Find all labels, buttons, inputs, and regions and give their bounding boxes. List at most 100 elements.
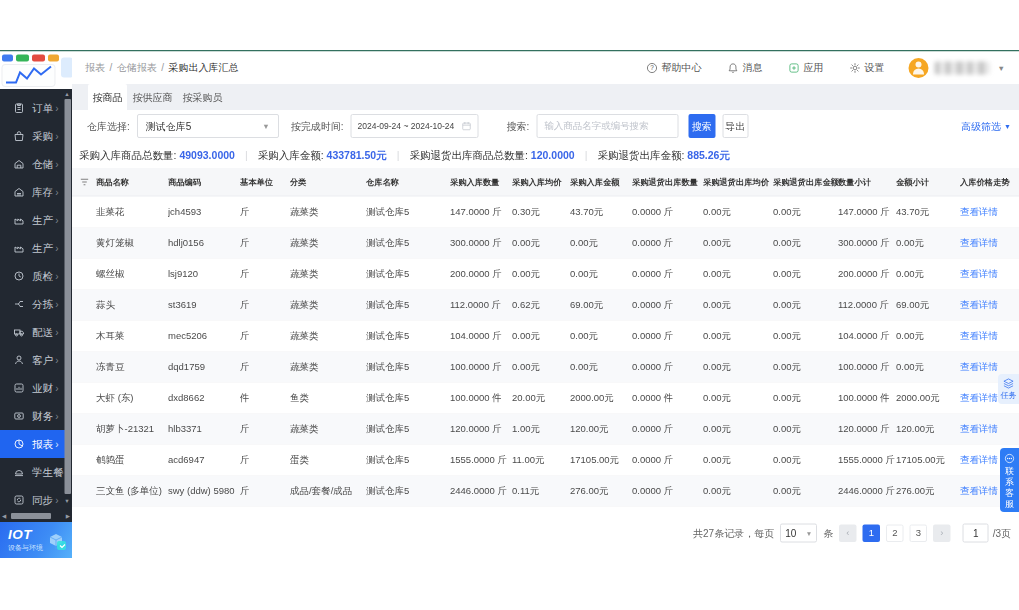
cell: hlb3371 [168, 413, 240, 444]
tab-按商品[interactable]: 按商品 [88, 84, 127, 110]
cell: 11.00元 [512, 444, 570, 475]
column-header[interactable]: 基本单位 [240, 168, 290, 196]
view-details-link[interactable]: 查看详情 [960, 268, 998, 279]
customer-service-float-button[interactable]: 联系客服 [1000, 448, 1019, 512]
sidebar-item-报表[interactable]: 报表› [0, 430, 65, 458]
cell: 0.0000 斤 [632, 227, 703, 258]
sidebar-item-label: 报表 [32, 437, 53, 451]
date-range-input[interactable]: 2024-09-24 ~ 2024-10-24 [351, 114, 479, 138]
chevron-right-icon: › [55, 242, 58, 254]
settings-button[interactable]: 设置 [850, 61, 885, 75]
view-details-link[interactable]: 查看详情 [960, 206, 998, 217]
cell: 测试仓库5 [366, 320, 450, 351]
header-actions: ? 帮助中心 消息 应用 设置 ▼ [621, 58, 1005, 78]
sidebar-item-生产[interactable]: 生产› [0, 234, 65, 262]
user-menu[interactable]: ▼ [909, 58, 1005, 78]
breadcrumb-reports[interactable]: 报表 [85, 61, 105, 75]
page-button-2[interactable]: 2 [886, 524, 904, 542]
column-header[interactable]: 采购退货出库均价 [703, 168, 773, 196]
sidebar-item-采购[interactable]: 采购› [0, 122, 65, 150]
sidebar-hscroll-thumb[interactable] [11, 513, 51, 519]
sidebar-item-分拣[interactable]: 分拣› [0, 290, 65, 318]
summary-value: 49093.0000 [179, 149, 234, 161]
sidebar-scroll-right-icon[interactable]: ▶ [66, 512, 70, 520]
app-logo [0, 52, 72, 90]
sidebar-item-财务[interactable]: 财务› [0, 402, 65, 430]
column-header[interactable]: 分类 [290, 168, 366, 196]
sidebar-item-label: 配送 [32, 325, 53, 339]
tab-按供应商[interactable]: 按供应商 [128, 84, 177, 110]
column-header[interactable]: 商品编码 [168, 168, 240, 196]
sidebar-item-业财[interactable]: 业财› [0, 374, 65, 402]
apps-button[interactable]: 应用 [789, 61, 824, 75]
export-button[interactable]: 导出 [722, 114, 748, 138]
cell: 0.00元 [773, 258, 838, 289]
column-header[interactable]: 采购退货出库金额 [773, 168, 838, 196]
main-content: 按商品按供应商按采购员 仓库选择: 测试仓库5 ▼ 按完成时间: 2024-09… [72, 84, 1019, 545]
sidebar-item-配送[interactable]: 配送› [0, 318, 65, 346]
help-center-button[interactable]: ? 帮助中心 [647, 61, 702, 75]
column-header[interactable]: 采购退货出库数量 [632, 168, 703, 196]
sidebar-item-订单[interactable]: 订单› [0, 94, 65, 122]
page-button-1[interactable]: 1 [863, 524, 881, 542]
cell: 1.00元 [512, 413, 570, 444]
cell: 0.00元 [773, 320, 838, 351]
view-details-link[interactable]: 查看详情 [960, 423, 998, 434]
chevron-down-icon: ▼ [262, 122, 269, 131]
prev-page-button[interactable]: ‹ [839, 524, 857, 542]
cell: 0.00元 [570, 227, 632, 258]
sidebar-item-学生餐[interactable]: 学生餐 [0, 458, 65, 486]
page-button-3[interactable]: 3 [910, 524, 928, 542]
cell: 0.00元 [703, 382, 773, 413]
column-header[interactable]: 入库价格走势 [960, 168, 1019, 196]
column-header[interactable]: 采购入库金额 [570, 168, 632, 196]
column-header[interactable]: 采购入库数量 [450, 168, 512, 196]
view-details-link[interactable]: 查看详情 [960, 392, 998, 403]
tasks-float-button[interactable]: 任务 [998, 374, 1019, 404]
sidebar-item-库存[interactable]: 库存› [0, 178, 65, 206]
column-settings-header[interactable] [72, 168, 96, 196]
view-details-link[interactable]: 查看详情 [960, 237, 998, 248]
advanced-filter-toggle[interactable]: 高级筛选 ▼ [961, 110, 1011, 142]
sidebar-scroll-up-icon[interactable]: ▲ [63, 90, 71, 98]
page-size-select[interactable]: 10▼ [780, 524, 817, 543]
view-details-link[interactable]: 查看详情 [960, 485, 998, 496]
next-page-button[interactable]: › [933, 524, 951, 542]
sidebar-scroll-down-icon[interactable]: ▼ [63, 497, 71, 505]
search-input[interactable]: 输入商品名字或编号搜索 [536, 114, 678, 138]
sidebar-item-客户[interactable]: 客户› [0, 346, 65, 374]
warehouse-select[interactable]: 测试仓库5 ▼ [137, 114, 279, 138]
cell: 胡萝卜-21321 [96, 413, 168, 444]
sidebar-scrollbar-horizontal[interactable]: ◀ ▶ [0, 512, 72, 520]
sidebar-item-仓储[interactable]: 仓储› [0, 150, 65, 178]
cell: 43.70元 [570, 196, 632, 227]
view-details-link[interactable]: 查看详情 [960, 361, 998, 372]
sidebar-scroll-left-icon[interactable]: ◀ [2, 512, 6, 520]
iot-banner[interactable]: IOT 设备与环境 [0, 522, 72, 558]
advanced-filter-label: 高级筛选 [961, 119, 1001, 133]
summary-value: 120.0000 [531, 149, 575, 161]
column-header[interactable]: 采购入库均价 [512, 168, 570, 196]
cell: 测试仓库5 [366, 289, 450, 320]
column-header[interactable]: 仓库名称 [366, 168, 450, 196]
cell: 276.00元 [896, 475, 960, 506]
breadcrumb-warehouse-reports[interactable]: 仓储报表 [117, 61, 157, 75]
sidebar-item-同步[interactable]: 同步› [0, 486, 65, 514]
column-header[interactable]: 数量小计 [838, 168, 896, 196]
cell: 蔬菜类 [290, 196, 366, 227]
column-header[interactable]: 商品名称 [96, 168, 168, 196]
messages-button[interactable]: 消息 [728, 61, 763, 75]
username-redacted [935, 61, 990, 74]
cell: 2000.00元 [896, 382, 960, 413]
sidebar-scrollbar-vertical[interactable] [65, 99, 72, 494]
sidebar-item-生产[interactable]: 生产› [0, 206, 65, 234]
view-details-link[interactable]: 查看详情 [960, 299, 998, 310]
view-details-link[interactable]: 查看详情 [960, 454, 998, 465]
search-button[interactable]: 搜索 [688, 114, 715, 138]
cell: 韭菜花 [96, 196, 168, 227]
tab-按采购员[interactable]: 按采购员 [178, 84, 227, 110]
sidebar-item-质检[interactable]: 质检› [0, 262, 65, 290]
column-header[interactable]: 金额小计 [896, 168, 960, 196]
page-jump-input[interactable]: 1 [963, 524, 989, 543]
view-details-link[interactable]: 查看详情 [960, 330, 998, 341]
